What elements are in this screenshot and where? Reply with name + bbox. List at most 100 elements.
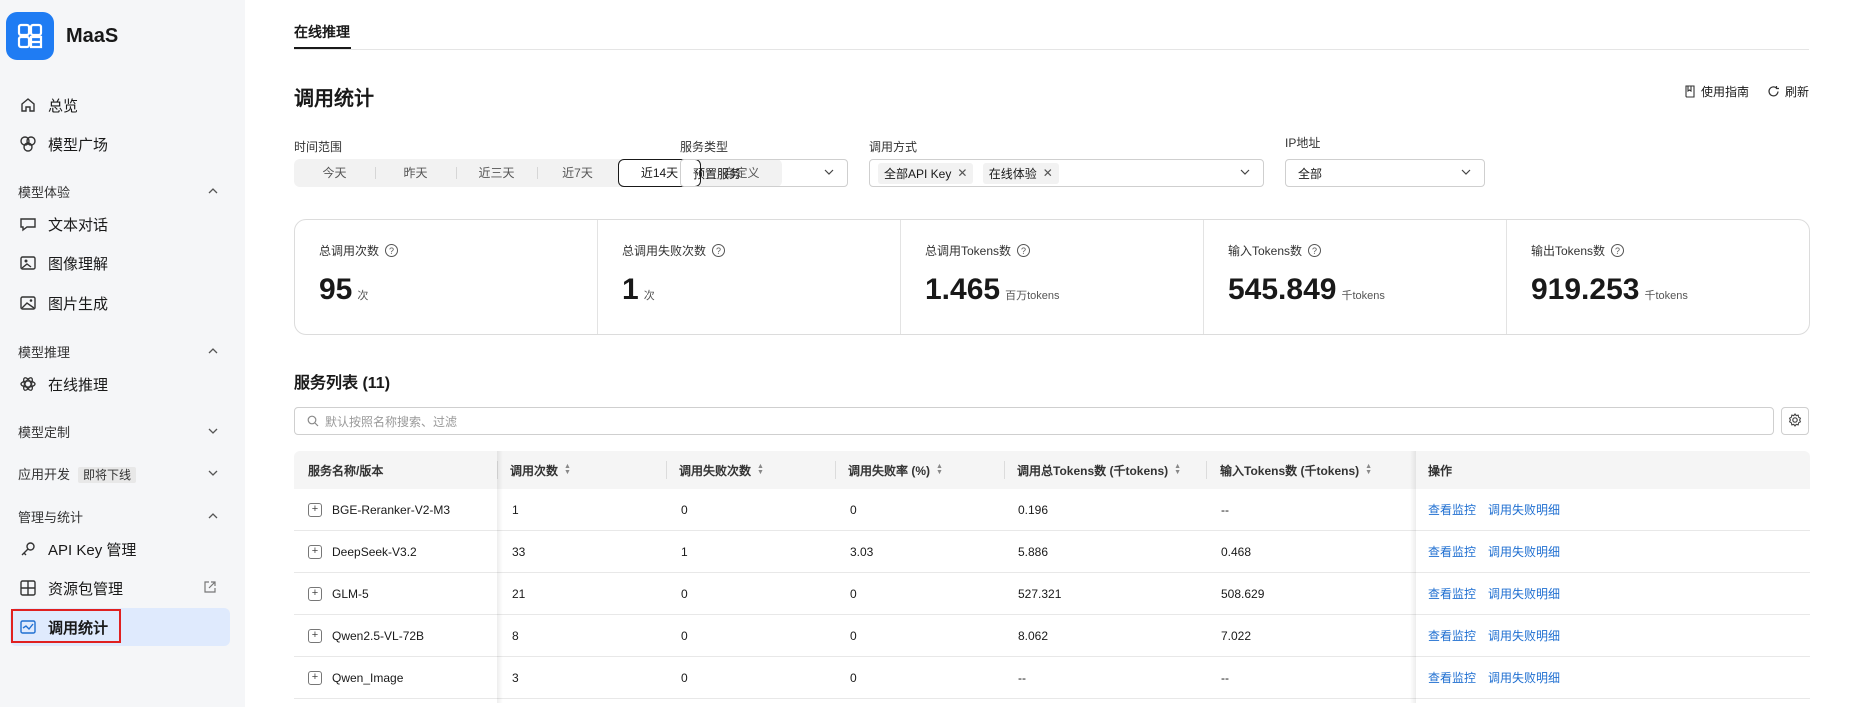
sidebar-item-online-inference[interactable]: 在线推理 [18,369,108,399]
stat-output-tokens: 输出Tokens数? 919.253 千tokens [1506,220,1809,334]
close-icon[interactable]: ✕ [1043,166,1053,180]
expand-icon[interactable]: + [308,670,322,685]
sort-icon[interactable]: ▲ ▼ [757,463,764,476]
cell-total-tokens: 8.062 [1018,628,1049,643]
service-type-select[interactable]: 预置服务 [680,159,848,187]
stat-value: 1 [622,273,639,306]
cell-input-tokens: 0.468 [1221,544,1252,559]
service-name: Qwen_Image [332,670,404,685]
chevron-up-icon [206,184,220,198]
stat-unit: 千tokens [1341,290,1385,302]
col-divider [835,461,836,479]
col-header-fails[interactable]: 调用失败次数 ▲ ▼ [679,451,764,489]
chevron-down-icon [1239,166,1251,181]
service-type-value: 预置服务 [693,166,742,181]
fail-detail-link[interactable]: 调用失败明细 [1488,501,1560,518]
maas-logo-icon [6,12,54,60]
nav-group-custom[interactable]: 模型定制 [18,420,220,442]
view-monitor-link[interactable]: 查看监控 [1428,627,1476,644]
sidebar-item-resource-pack[interactable]: 资源包管理 [18,573,123,603]
home-icon [18,95,38,115]
cell-fail-rate: 0 [850,502,857,517]
sidebar-item-api-key[interactable]: API Key 管理 [18,534,136,564]
sort-icon[interactable]: ▲ ▼ [936,463,943,476]
external-link-icon[interactable] [203,580,217,597]
search-input[interactable]: 默认按照名称搜索、过滤 [294,407,1774,435]
sort-icon[interactable]: ▲ ▼ [1365,463,1372,476]
guide-label: 使用指南 [1700,85,1749,99]
sidebar-item-text-chat[interactable]: 文本对话 [18,209,108,239]
stat-unit: 千tokens [1644,290,1688,302]
tab-online-inference[interactable]: 在线推理 [294,22,350,42]
frozen-column-shadow [1410,451,1416,703]
col-header-input-tokens[interactable]: 输入Tokens数 (千tokens) ▲ ▼ [1220,451,1372,489]
cell-fails: 0 [681,502,688,517]
col-divider [666,461,667,479]
nav-group-manage[interactable]: 管理与统计 [18,505,220,527]
sort-icon[interactable]: ▲ ▼ [564,463,571,476]
model-plaza-icon [18,134,38,154]
time-option-3days[interactable]: 近三天 [456,159,537,187]
fail-detail-link[interactable]: 调用失败明细 [1488,669,1560,686]
sidebar-item-image-understanding[interactable]: 图像理解 [18,248,108,278]
cell-fail-rate: 0 [850,586,857,601]
expand-icon[interactable]: + [308,586,322,601]
ip-select[interactable]: 全部 [1285,159,1485,187]
table-row: + Qwen2.5-VL-72B 8 0 0 8.062 7.022 查看监控 调用… [294,615,1810,657]
table-row: + GLM-5 21 0 0 527.321 508.629 查看监控 调用失败明细 [294,573,1810,615]
cell-calls: 8 [512,628,519,643]
refresh-button[interactable]: 刷新 [1767,83,1809,100]
sort-icon[interactable]: ▲ ▼ [1174,463,1181,476]
help-icon[interactable]: ? [1308,244,1322,257]
brand[interactable]: MaaS [6,12,118,60]
stat-value: 919.253 [1531,273,1640,306]
expand-icon[interactable]: + [308,544,322,559]
sidebar-item-label: 资源包管理 [48,580,124,598]
help-icon[interactable]: ? [712,244,726,257]
package-icon [18,578,38,598]
image-generation-icon [18,293,38,313]
stat-value: 545.849 [1228,273,1337,306]
view-monitor-link[interactable]: 查看监控 [1428,669,1476,686]
expand-icon[interactable]: + [308,628,322,643]
sidebar-item-image-generation[interactable]: 图片生成 [18,288,108,318]
nav-group-label: 管理与统计 [18,509,84,525]
sidebar-item-model-plaza[interactable]: 模型广场 [18,129,108,159]
col-header-total-tokens[interactable]: 调用总Tokens数 (千tokens) ▲ ▼ [1017,451,1181,489]
sidebar-item-label: 总览 [48,97,79,115]
cell-fails: 1 [681,544,688,559]
nav-group-inference[interactable]: 模型推理 [18,340,220,362]
cell-calls: 21 [512,586,526,601]
stat-total-fails: 总调用失败次数? 1次 [597,220,900,334]
stat-value: 95 [319,273,353,306]
view-monitor-link[interactable]: 查看监控 [1428,585,1476,602]
sidebar-item-label: 文本对话 [48,216,109,234]
sidebar-item-overview[interactable]: 总览 [18,90,78,120]
stat-input-tokens: 输入Tokens数? 545.849 千tokens [1203,220,1506,334]
time-option-7days[interactable]: 近7天 [537,159,618,187]
close-icon[interactable]: ✕ [957,166,967,180]
nav-group-app-dev[interactable]: 应用开发 即将下线 [18,462,220,484]
col-divider [1206,461,1207,479]
nav-group-experience[interactable]: 模型体验 [18,180,220,202]
time-option-today[interactable]: 今天 [294,159,375,187]
col-header-fail-rate[interactable]: 调用失败率 (%) ▲ ▼ [848,451,943,489]
view-monitor-link[interactable]: 查看监控 [1428,501,1476,518]
time-option-yesterday[interactable]: 昨天 [375,159,456,187]
fail-detail-link[interactable]: 调用失败明细 [1488,585,1560,602]
help-icon[interactable]: ? [385,244,399,257]
fail-detail-link[interactable]: 调用失败明细 [1488,627,1560,644]
col-header-calls[interactable]: 调用次数 ▲ ▼ [510,451,571,489]
tab-divider [294,49,1809,50]
expand-icon[interactable]: + [308,502,322,517]
tag-label: 全部API Key [884,166,952,181]
stat-label: 总调用Tokens数 [925,244,1012,258]
help-icon[interactable]: ? [1017,244,1031,257]
guide-link[interactable]: 使用指南 [1684,83,1749,100]
fail-detail-link[interactable]: 调用失败明细 [1488,543,1560,560]
help-icon[interactable]: ? [1611,244,1625,257]
cell-total-tokens: 5.886 [1018,544,1049,559]
view-monitor-link[interactable]: 查看监控 [1428,543,1476,560]
table-settings-button[interactable] [1781,407,1809,435]
call-method-select[interactable]: 全部API Key ✕ 在线体验 ✕ [869,159,1264,187]
